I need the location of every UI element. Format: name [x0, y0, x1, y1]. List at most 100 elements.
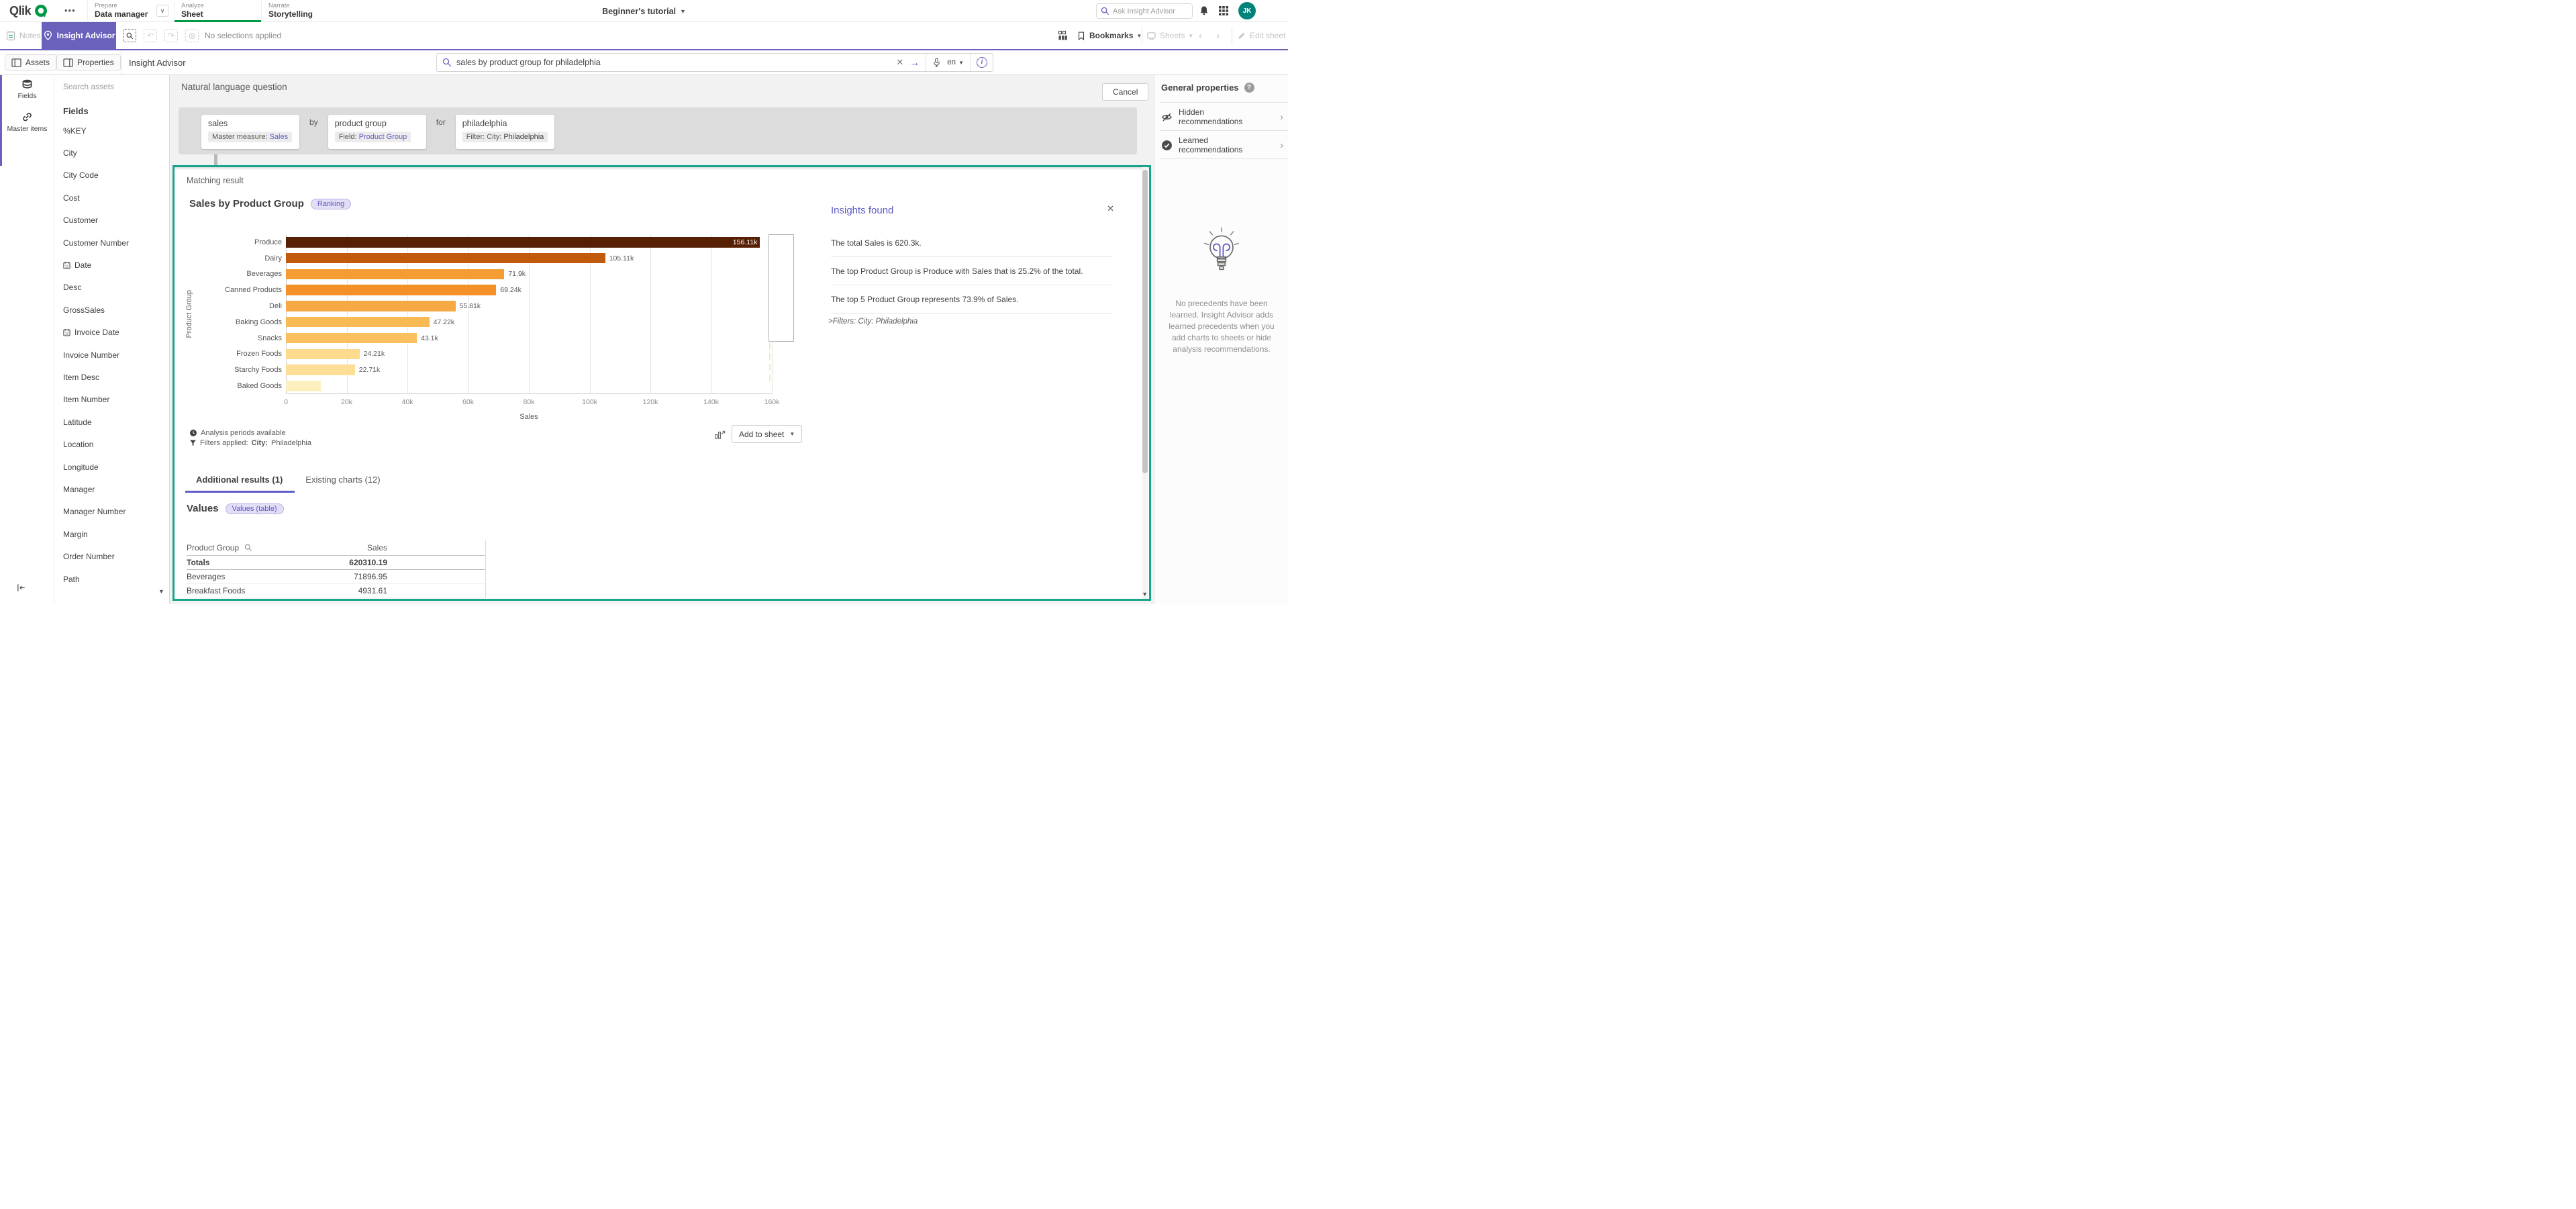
- chart-overview-minimap[interactable]: [769, 234, 795, 403]
- table-header-sales[interactable]: Sales: [297, 543, 387, 552]
- microphone-icon[interactable]: [932, 58, 941, 68]
- app-launcher-grid-icon[interactable]: [1218, 5, 1229, 16]
- chart-card[interactable]: Sales by Product Group Ranking Product G…: [184, 193, 805, 456]
- redo-selection-button[interactable]: ↷: [164, 29, 178, 42]
- bar[interactable]: [286, 317, 430, 328]
- bar-chart-plot[interactable]: 156.11k105.11k71.9k69.24k55.81k47.22k43.…: [286, 234, 772, 394]
- field-item[interactable]: Longitude: [54, 456, 160, 478]
- field-item[interactable]: City: [54, 142, 160, 164]
- bar[interactable]: [286, 333, 417, 344]
- nlq-token-card[interactable]: philadelphiaFilter: City: Philadelphia: [456, 115, 555, 149]
- more-menu-icon[interactable]: •••: [64, 5, 76, 15]
- next-sheet-button[interactable]: ›: [1216, 22, 1220, 49]
- insight-advisor-button[interactable]: Insight Advisor: [42, 22, 116, 49]
- sidebar-item-master-items[interactable]: Master items: [0, 112, 54, 133]
- bar[interactable]: [286, 269, 504, 280]
- bar[interactable]: 156.11k: [286, 237, 760, 248]
- bar[interactable]: [286, 301, 456, 311]
- tab-additional-results[interactable]: Additional results (1): [185, 471, 295, 493]
- field-item[interactable]: Location: [54, 433, 160, 455]
- edit-sheet-button[interactable]: Edit sheet: [1237, 22, 1285, 49]
- field-item[interactable]: %KEY: [54, 119, 160, 142]
- chart-grid-toggle-icon[interactable]: [1058, 22, 1069, 49]
- collapse-sidebar-icon[interactable]: [16, 583, 26, 593]
- field-item[interactable]: Path: [54, 568, 160, 590]
- field-item[interactable]: Customer: [54, 209, 160, 232]
- field-item[interactable]: 12Invoice Date: [54, 322, 160, 344]
- notes-button[interactable]: Notes: [5, 22, 40, 49]
- info-icon[interactable]: i: [977, 57, 987, 68]
- bar[interactable]: [286, 381, 321, 391]
- insight-item[interactable]: The top 5 Product Group represents 73.9%…: [831, 285, 1111, 313]
- table-row[interactable]: Beverages71896.95: [187, 570, 485, 584]
- search-query-text[interactable]: sales by product group for philadelphia: [456, 58, 891, 67]
- values-table[interactable]: Product Group Sales Totals620310.19Bever…: [187, 540, 486, 598]
- insight-item[interactable]: The total Sales is 620.3k.: [831, 229, 1111, 257]
- undo-selection-button[interactable]: ↶: [144, 29, 157, 42]
- result-scrollbar-thumb[interactable]: [1142, 170, 1148, 473]
- cancel-button[interactable]: Cancel: [1102, 83, 1148, 101]
- qlik-logo[interactable]: Qlik: [9, 3, 48, 18]
- sidebar-item-fields[interactable]: Fields: [0, 79, 54, 100]
- learned-recommendations-row[interactable]: Learned recommendations ›: [1154, 132, 1288, 158]
- field-item[interactable]: Manager Number: [54, 501, 160, 523]
- hidden-recommendations-row[interactable]: Hidden recommendations ›: [1154, 103, 1288, 130]
- field-item[interactable]: GrossSales: [54, 299, 160, 321]
- field-item[interactable]: Order Number: [54, 545, 160, 567]
- assets-panel-button[interactable]: Assets: [5, 54, 56, 70]
- analysis-periods-note[interactable]: Analysis periods available: [189, 428, 311, 438]
- field-item[interactable]: Invoice Number: [54, 344, 160, 366]
- tab-analyze[interactable]: Analyze Sheet: [174, 0, 261, 22]
- bar[interactable]: [286, 253, 605, 264]
- avatar[interactable]: JK: [1238, 2, 1256, 19]
- field-item[interactable]: Desc: [54, 277, 160, 299]
- field-item[interactable]: 12Date: [54, 254, 160, 276]
- close-icon[interactable]: ✕: [1104, 202, 1117, 215]
- field-item[interactable]: Customer Number: [54, 232, 160, 254]
- table-row[interactable]: Breakfast Foods4931.61: [187, 584, 485, 598]
- insight-advisor-search-bar[interactable]: sales by product group for philadelphia …: [436, 53, 993, 72]
- table-row[interactable]: Totals620310.19: [187, 556, 485, 570]
- clear-query-icon[interactable]: ✕: [896, 57, 903, 68]
- app-selector[interactable]: Beginner's tutorial ▼: [602, 0, 686, 22]
- bookmarks-button[interactable]: Bookmarks ▼: [1077, 22, 1142, 49]
- nlq-token-card[interactable]: product groupField: Product Group: [328, 115, 426, 149]
- column-search-icon[interactable]: [244, 544, 252, 552]
- help-icon[interactable]: ?: [1244, 83, 1254, 93]
- scroll-down-arrow-icon[interactable]: ▼: [158, 588, 164, 595]
- properties-panel-button[interactable]: Properties: [56, 54, 121, 70]
- search-assets-input[interactable]: Search assets: [63, 82, 114, 91]
- bar[interactable]: [286, 349, 360, 360]
- minimap-viewport[interactable]: [769, 234, 794, 342]
- submit-query-arrow-icon[interactable]: →: [909, 57, 920, 68]
- bar[interactable]: [286, 285, 496, 295]
- tab-prepare[interactable]: Prepare Data manager ∨: [87, 0, 174, 22]
- field-item[interactable]: Item Desc: [54, 366, 160, 388]
- sheets-button[interactable]: Sheets ▼: [1146, 22, 1193, 49]
- clear-selections-button[interactable]: [185, 29, 199, 42]
- field-item[interactable]: Margin: [54, 523, 160, 545]
- scroll-down-arrow-icon[interactable]: ▼: [1142, 591, 1148, 597]
- insight-item[interactable]: The top Product Group is Produce with Sa…: [831, 257, 1111, 285]
- prepare-dropdown-icon[interactable]: ∨: [156, 5, 168, 17]
- tab-existing-charts[interactable]: Existing charts (12): [295, 471, 392, 493]
- tab-narrate[interactable]: Narrate Storytelling: [261, 0, 349, 22]
- add-to-sheet-button[interactable]: Add to sheet ▼: [732, 425, 802, 443]
- properties-label: Properties: [77, 58, 114, 67]
- bar[interactable]: [286, 365, 355, 375]
- field-item[interactable]: Manager: [54, 478, 160, 500]
- smart-search-button[interactable]: [123, 29, 136, 42]
- table-header-product-group[interactable]: Product Group: [187, 543, 297, 552]
- chip-label: Filter: City:: [466, 133, 504, 141]
- field-item[interactable]: City Code: [54, 164, 160, 187]
- chart-link-icon[interactable]: [714, 429, 726, 440]
- previous-sheet-button[interactable]: ‹: [1199, 22, 1202, 49]
- language-selector[interactable]: en ▼: [947, 58, 964, 66]
- field-item[interactable]: Item Number: [54, 389, 160, 411]
- global-search-input[interactable]: Ask Insight Advisor: [1096, 3, 1193, 19]
- nlq-token-card[interactable]: salesMaster measure: Sales: [201, 115, 299, 149]
- minimap-bar-row: [769, 352, 793, 362]
- field-item[interactable]: Latitude: [54, 411, 160, 433]
- notifications-bell-icon[interactable]: [1199, 5, 1209, 16]
- field-item[interactable]: Cost: [54, 187, 160, 209]
